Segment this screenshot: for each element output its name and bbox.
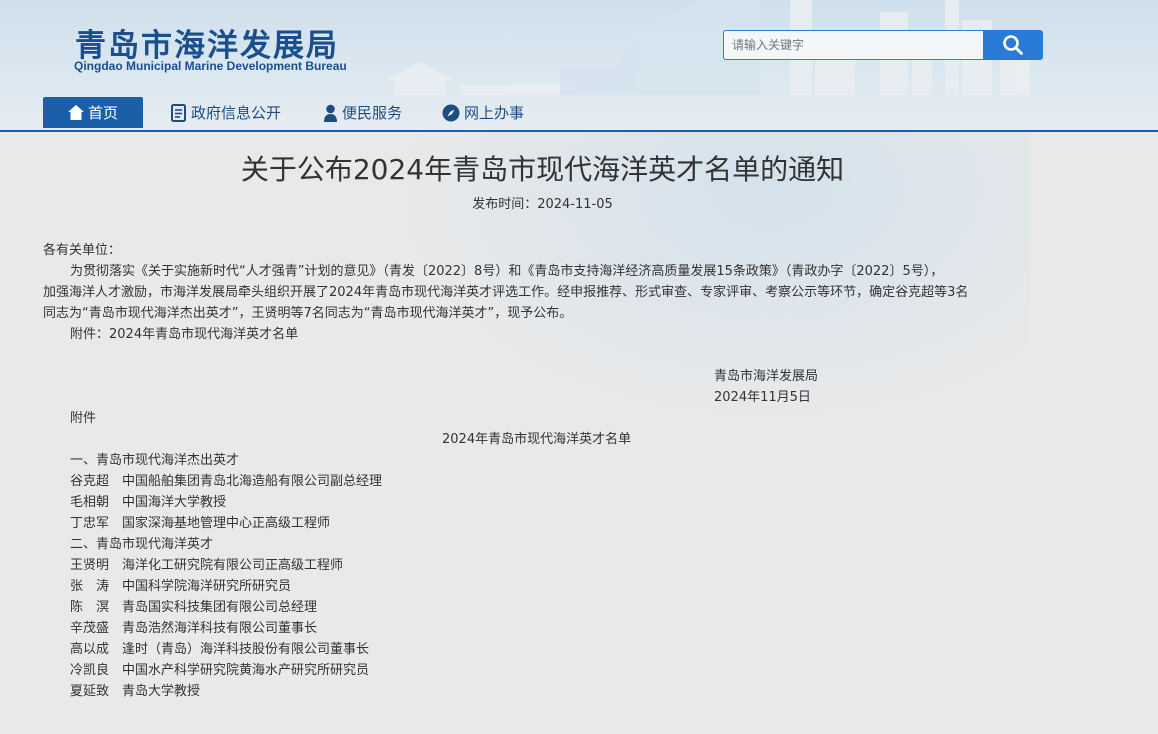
search-icon (1003, 35, 1023, 55)
body-line: 加强海洋人才激励，市海洋发展局牵头组织开展了2024年青岛市现代海洋英才评选工作… (43, 285, 969, 300)
list-item: 张 涛 中国科学院海洋研究所研究员 (70, 579, 292, 594)
person-icon (323, 104, 338, 122)
home-icon (67, 105, 84, 120)
nav-item-label: 首页 (87, 104, 118, 122)
publish-date: 发布时间：2024-11-05 (472, 197, 613, 212)
nav-item-services[interactable]: 便民服务 (323, 97, 402, 128)
list-item: 陈 溟 青岛国实科技集团有限公司总经理 (70, 600, 318, 615)
salutation: 各有关单位： (43, 243, 122, 258)
section-heading: 一、青岛市现代海洋杰出英才 (70, 453, 240, 468)
list-title: 2024年青岛市现代海洋英才名单 (442, 432, 632, 447)
search-bar (723, 30, 1043, 60)
nav-item-home[interactable]: 首页 (43, 97, 143, 128)
list-item: 夏延致 青岛大学教授 (70, 684, 201, 699)
list-item: 谷克超 中国船舶集团青岛北海造船有限公司副总经理 (70, 474, 383, 489)
list-item: 冷凯良 中国水产科学研究院黄海水产研究所研究员 (70, 663, 370, 678)
nav-item-label: 网上办事 (464, 104, 525, 122)
list-item: 高以成 逢时（青岛）海洋科技股份有限公司董事长 (70, 642, 370, 657)
site-logo-en: Qingdao Municipal Marine Development Bur… (74, 59, 347, 73)
list-item: 毛相朝 中国海洋大学教授 (70, 495, 227, 510)
main-nav: 首页 政府信息公开 便民服务 网上办事 (0, 97, 1158, 132)
article-title: 关于公布2024年青岛市现代海洋英才名单的通知 (240, 153, 845, 186)
list-item: 王贤明 海洋化工研究院有限公司正高级工程师 (70, 558, 344, 573)
document-icon (171, 103, 187, 122)
list-item: 丁忠军 国家深海基地管理中心正高级工程师 (70, 516, 331, 531)
search-input[interactable] (723, 30, 983, 60)
nav-item-online[interactable]: 网上办事 (442, 97, 524, 128)
list-item: 辛茂盛 青岛浩然海洋科技有限公司董事长 (70, 621, 318, 636)
body-line: 为贯彻落实《关于实施新时代“人才强青”计划的意见》（青发〔2022〕8号）和《青… (70, 264, 944, 279)
search-button[interactable] (983, 30, 1043, 60)
section-heading: 二、青岛市现代海洋英才 (70, 537, 214, 552)
nav-item-label: 政府信息公开 (191, 104, 282, 122)
nav-item-gov-info[interactable]: 政府信息公开 (171, 97, 281, 128)
signature-org: 青岛市海洋发展局 (714, 369, 819, 384)
body-line: 同志为“青岛市现代海洋杰出英才”，王贤明等7名同志为“青岛市现代海洋英才”，现予… (43, 306, 573, 321)
attachment-label: 附件 (70, 411, 97, 426)
nav-item-label: 便民服务 (342, 104, 403, 122)
attachment-note: 附件：2024年青岛市现代海洋英才名单 (70, 327, 299, 342)
signature-date: 2024年11月5日 (714, 390, 811, 405)
compass-icon (442, 104, 460, 122)
